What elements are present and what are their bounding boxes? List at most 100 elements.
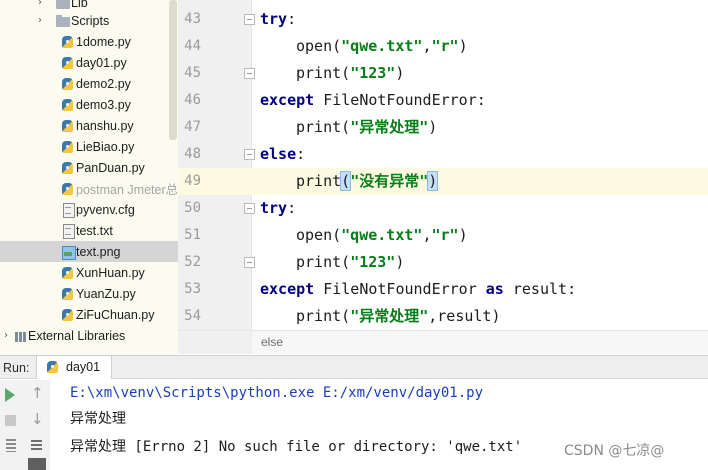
code-token: try	[260, 10, 288, 28]
tree-item[interactable]: demo2.py	[0, 73, 178, 94]
code-token: print	[296, 253, 342, 271]
console-output-line: 异常处理	[70, 411, 126, 427]
code-token: "qwe.txt"	[341, 37, 423, 55]
project-tree: › Lib › Scripts 1dome.py day01.py demo2.py demo…	[0, 0, 178, 355]
stop-icon[interactable]	[2, 412, 20, 430]
tree-item[interactable]: XunHuan.py	[0, 262, 178, 283]
code-text: open("qwe.txt","r")	[296, 222, 468, 249]
text-file-icon	[61, 223, 75, 239]
breadcrumb[interactable]: else	[252, 330, 708, 354]
code-line[interactable]: 54 print("异常处理",result)	[178, 303, 708, 330]
run-label: Run:	[3, 361, 30, 375]
code-text: else:	[260, 141, 305, 168]
rerun-play-icon[interactable]	[2, 386, 20, 404]
tree-item[interactable]: hanshu.py	[0, 115, 178, 136]
code-line[interactable]: 48 else:	[178, 141, 708, 168]
code-token: FileNotFoundError	[314, 280, 486, 298]
code-token: print	[296, 118, 342, 136]
python-file-icon	[61, 182, 75, 196]
watermark: CSDN @七凉@	[564, 440, 665, 460]
tree-item[interactable]: YuanZu.py	[0, 283, 178, 304]
tree-item-label: text.png	[76, 244, 121, 259]
code-line[interactable]: 53 except FileNotFoundError as result:	[178, 276, 708, 303]
fold-marker-icon[interactable]	[244, 257, 255, 268]
code-token: :	[476, 91, 486, 109]
code-token: "123"	[350, 253, 396, 271]
run-panel-header: Run: day01	[0, 355, 708, 379]
fold-marker-icon[interactable]	[244, 14, 255, 25]
line-number: 47	[184, 119, 201, 135]
python-file-icon	[61, 287, 75, 301]
tree-item[interactable]: text.png	[0, 241, 178, 262]
code-line[interactable]: 46 except FileNotFoundError:	[178, 87, 708, 114]
tree-item-label: postman Jmeter总	[76, 183, 178, 197]
fold-marker-icon[interactable]	[244, 203, 255, 214]
tree-item[interactable]: LieBiao.py	[0, 136, 178, 157]
code-token: "123"	[350, 64, 396, 82]
code-line[interactable]: 52 print("123")	[178, 249, 708, 276]
code-line[interactable]: 50 try:	[178, 195, 708, 222]
code-token: )	[427, 171, 439, 191]
code-token: print	[296, 64, 342, 82]
tree-item[interactable]: › External Libraries	[0, 325, 178, 346]
python-file-icon	[61, 35, 75, 49]
expand-arrow-icon[interactable]: ›	[38, 15, 42, 26]
tree-item[interactable]: demo3.py	[0, 94, 178, 115]
tree-item[interactable]: ZiFuChuan.py	[0, 304, 178, 325]
code-line[interactable]: 43 try:	[178, 6, 708, 33]
tree-item[interactable]: › Scripts	[0, 10, 178, 31]
code-token: )	[491, 307, 501, 325]
run-tab-label: day01	[66, 360, 101, 374]
code-token: ,	[428, 307, 438, 325]
scroll-up-arrow-icon[interactable]	[28, 384, 46, 404]
python-file-icon	[61, 56, 75, 70]
code-token: )	[428, 118, 438, 136]
code-token: result	[503, 280, 568, 298]
code-line[interactable]: 49 print("没有异常")	[178, 168, 708, 195]
expand-arrow-icon[interactable]: ›	[4, 330, 8, 341]
scroll-to-end-icon[interactable]	[28, 458, 46, 470]
console-output-line: 异常处理 [Errno 2] No such file or directory…	[70, 439, 523, 455]
tree-item-label: YuanZu.py	[76, 286, 136, 301]
tree-item[interactable]: 1dome.py	[0, 31, 178, 52]
code-line[interactable]: 45 print("123")	[178, 60, 708, 87]
python-file-icon	[61, 119, 75, 133]
code-line[interactable]: 47 print("异常处理")	[178, 114, 708, 141]
tree-item[interactable]: PanDuan.py	[0, 157, 178, 178]
run-tab-day01[interactable]: day01	[36, 356, 112, 379]
code-token: (	[341, 253, 351, 271]
scroll-down-arrow-icon[interactable]	[28, 410, 46, 430]
code-token: except	[260, 280, 315, 298]
fold-marker-icon[interactable]	[244, 68, 255, 79]
code-token: :	[296, 145, 306, 163]
tree-item-label: XunHuan.py	[76, 265, 145, 280]
pin-tab-icon[interactable]	[2, 437, 20, 455]
fold-marker-icon[interactable]	[244, 149, 255, 160]
python-file-icon	[61, 308, 75, 322]
code-token: (	[332, 226, 342, 244]
code-token: open	[296, 226, 333, 244]
code-token: )	[395, 253, 405, 271]
expand-arrow-icon[interactable]: ›	[38, 0, 42, 8]
line-number: 52	[184, 254, 201, 270]
line-number: 53	[184, 281, 201, 297]
tree-item[interactable]: test.txt	[0, 220, 178, 241]
tree-item[interactable]: postman Jmeter总	[0, 178, 178, 199]
tree-item-label: Lib	[71, 0, 88, 10]
tree-item[interactable]: day01.py	[0, 52, 178, 73]
python-file-icon	[61, 77, 75, 91]
code-token: :	[287, 199, 297, 217]
code-text: print("123")	[296, 249, 404, 276]
code-token: :	[567, 280, 577, 298]
code-token: "没有异常"	[350, 172, 429, 190]
code-line[interactable]: 44 open("qwe.txt","r")	[178, 33, 708, 60]
tree-scrollbar[interactable]	[169, 0, 177, 140]
tree-item-label: demo2.py	[76, 76, 131, 91]
tree-item-label: PanDuan.py	[76, 160, 145, 175]
soft-wrap-icon[interactable]	[28, 437, 46, 455]
code-token: as	[485, 280, 504, 298]
line-number: 43	[184, 11, 201, 27]
code-line[interactable]: 51 open("qwe.txt","r")	[178, 222, 708, 249]
breadcrumb-label[interactable]: else	[261, 335, 283, 349]
tree-item[interactable]: pyvenv.cfg	[0, 199, 178, 220]
